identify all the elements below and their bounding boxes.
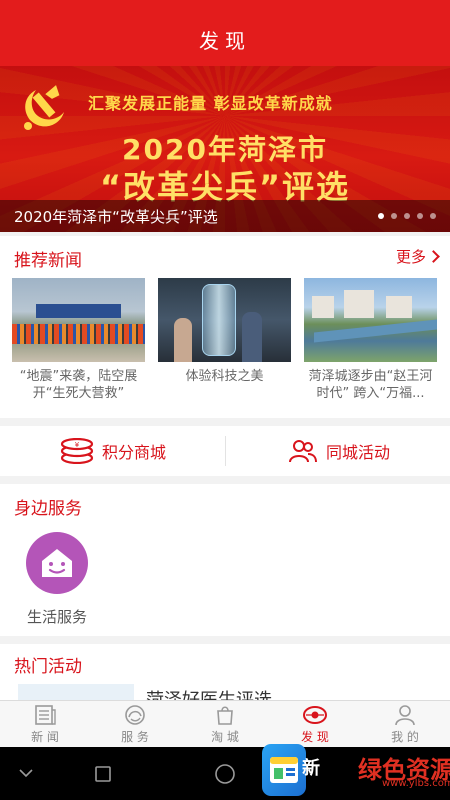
recommended-news-section: 推荐新闻 更多 “地震”来袭，陆空展开“生死大营救” 体验科技之美 菏泽城逐步由… (0, 236, 450, 418)
banner-caption: 2020年菏泽市“改革尖兵”评选 (14, 207, 218, 226)
bottom-tab-bar: 新 闻 服 务 淘 城 发 现 我 的 (0, 700, 450, 747)
eye-icon (303, 705, 327, 724)
news-caption: 菏泽城逐步由“赵王河时代” 跨入“万福... (308, 369, 433, 401)
local-events-button[interactable]: 同城活动 (288, 426, 390, 476)
newspaper-icon (35, 704, 56, 725)
stage-backdrop (36, 304, 121, 318)
service-icon (125, 704, 145, 725)
nearby-services-title: 身边服务 (14, 499, 82, 519)
carousel-dot[interactable] (404, 213, 410, 219)
river (314, 319, 437, 343)
tab-profile-label: 我 的 (391, 729, 419, 744)
life-services-label: 生活服务 (26, 608, 87, 626)
page-title: 发现 (199, 29, 251, 53)
people-icon (289, 440, 317, 463)
crowd-band (12, 324, 145, 344)
news-caption: “地震”来袭，陆空展开“生死大营救” (19, 369, 138, 401)
visitor-figure (174, 318, 192, 362)
news-thumbnail (12, 278, 145, 362)
activity-title[interactable]: 菏泽好医生评选 (146, 686, 272, 700)
quick-links: ¥ 积分商城 同城活动 (0, 426, 450, 476)
more-label: 更多 (395, 248, 426, 266)
shopping-bag-icon (217, 705, 233, 725)
recommended-news-title: 推荐新闻 (14, 251, 82, 271)
watermark-logo-icon (262, 744, 306, 796)
local-events-label: 同城活动 (326, 443, 391, 462)
glass-tube (202, 284, 236, 356)
watermark-text-c: www.ylbs.com (382, 778, 450, 789)
hot-activities-section: 热门活动 菏泽好医生评选 (0, 644, 450, 700)
building (386, 296, 412, 318)
news-thumbnail (304, 278, 437, 362)
carousel-dots[interactable] (378, 213, 436, 219)
divider (225, 436, 226, 466)
home-icon[interactable] (214, 763, 236, 785)
svg-text:¥: ¥ (75, 441, 80, 449)
tab-discover-label: 发 现 (301, 729, 329, 744)
chevron-right-icon (427, 250, 440, 263)
tab-profile[interactable]: 我 的 (360, 701, 450, 747)
tab-news[interactable]: 新 闻 (0, 701, 90, 747)
news-caption: 体验科技之美 (185, 369, 264, 384)
news-thumbnail (158, 278, 291, 362)
building (344, 290, 374, 318)
carousel-dot[interactable] (417, 213, 423, 219)
more-link[interactable]: 更多 (395, 246, 440, 267)
browser-window-icon (270, 757, 298, 783)
news-card[interactable]: “地震”来袭，陆空展开“生死大营救” (12, 278, 145, 402)
visitor-figure (242, 312, 262, 362)
carousel-dot[interactable] (430, 213, 436, 219)
activity-thumbnail[interactable] (18, 684, 134, 700)
news-card[interactable]: 菏泽城逐步由“赵王河时代” 跨入“万福... (304, 278, 437, 402)
coins-icon: ¥ (60, 438, 94, 464)
nav-down-icon[interactable] (18, 767, 34, 779)
tab-services[interactable]: 服 务 (90, 701, 180, 747)
life-services-icon-circle (26, 532, 88, 594)
news-card[interactable]: 体验科技之美 (158, 278, 291, 402)
points-mall-label: 积分商城 (102, 443, 167, 462)
recent-apps-icon[interactable] (94, 765, 112, 783)
tab-discover[interactable]: 发 现 (270, 701, 360, 747)
top-bar: 发现 (0, 0, 450, 66)
smiling-house-icon (42, 549, 72, 577)
tab-shop[interactable]: 淘 城 (180, 701, 270, 747)
carousel-dot[interactable] (378, 213, 384, 219)
nearby-services-section: 身边服务 生活服务 (0, 484, 450, 636)
life-services-button[interactable]: 生活服务 (18, 532, 96, 627)
points-mall-button[interactable]: ¥ 积分商城 (60, 426, 166, 476)
banner-slogan: 汇聚发展正能量 彰显改革新成就 (88, 94, 333, 113)
tab-shop-label: 淘 城 (211, 729, 239, 744)
building (312, 296, 334, 318)
hot-activities-title: 热门活动 (14, 657, 82, 677)
tab-services-label: 服 务 (121, 729, 149, 744)
watermark: 新 绿色资源网 www.ylbs.com (262, 744, 450, 800)
tab-news-label: 新 闻 (31, 729, 59, 744)
banner-carousel[interactable]: 汇聚发展正能量 彰显改革新成就 2020年菏泽市 “改革尖兵”评选 2020年菏… (0, 66, 450, 232)
discover-screen: 发现 汇聚发展正能量 彰显改革新成就 2020年菏泽市 “改革尖兵”评选 202… (0, 0, 450, 800)
user-icon (395, 704, 415, 725)
watermark-text-a: 新 (302, 758, 320, 779)
carousel-dot[interactable] (391, 213, 397, 219)
